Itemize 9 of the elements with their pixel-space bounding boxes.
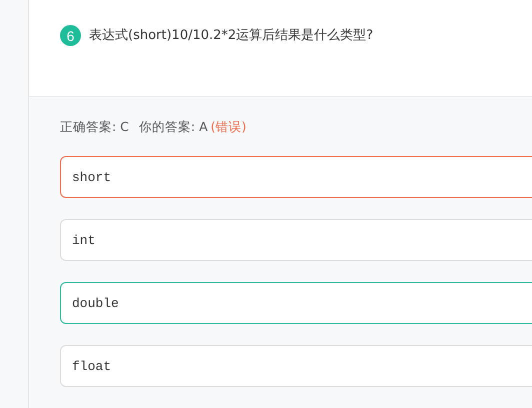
answer-option[interactable]: double xyxy=(60,282,532,324)
question-number-badge: 6 xyxy=(60,25,81,46)
your-answer-text: 你的答案: A xyxy=(138,119,208,134)
answer-option[interactable]: int xyxy=(60,219,532,261)
answer-option[interactable]: float xyxy=(60,345,532,387)
question-text: 表达式(short)10/10.2*2运算后结果是什么类型? xyxy=(89,27,374,45)
correct-answer-text: 正确答案: C xyxy=(60,119,129,134)
answer-option[interactable]: short xyxy=(60,156,532,198)
verdict-text: (错误) xyxy=(210,119,246,134)
